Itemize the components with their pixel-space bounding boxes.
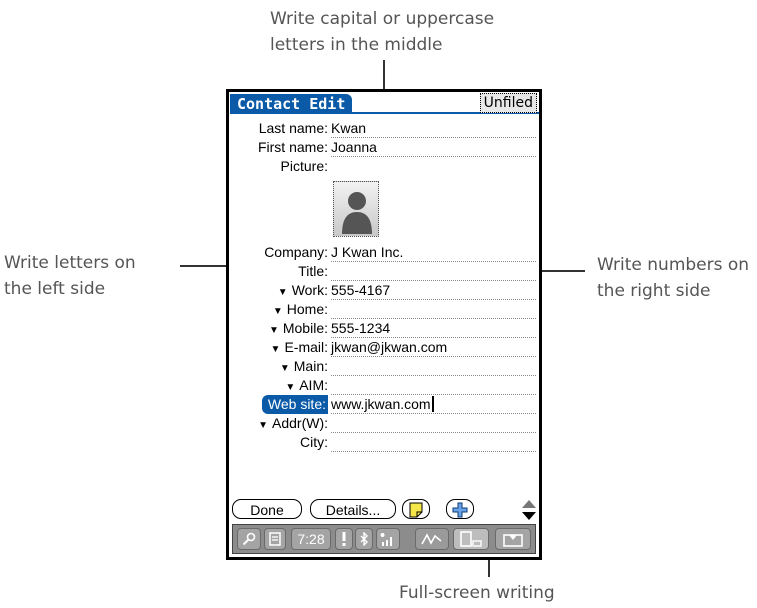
signal-icon [380, 533, 392, 546]
field-email[interactable]: ▼ E-mail: jkwan@jkwan.com [229, 338, 539, 357]
dropdown-triangle-icon: ▼ [272, 306, 283, 317]
field-label: Last name: [258, 120, 328, 136]
first-name-input[interactable]: Joanna [331, 138, 536, 157]
web-site-value: www.jkwan.com [331, 396, 431, 412]
field-label-dropdown[interactable]: ▼ Mobile: [269, 319, 328, 338]
callout-top: Write capital or uppercase letters in th… [270, 9, 495, 55]
main-input[interactable] [331, 357, 536, 376]
field-web-site[interactable]: Web site: www.jkwan.com [229, 395, 539, 414]
dropdown-triangle-icon: ▼ [277, 287, 288, 298]
web-site-input[interactable]: www.jkwan.com [331, 395, 536, 414]
command-buttons: Done Details... [232, 499, 538, 521]
field-company[interactable]: Company: J Kwan Inc. [229, 243, 539, 262]
field-last-name[interactable]: Last name: Kwan [229, 119, 539, 138]
status-bar: 7:28 [232, 524, 536, 554]
contact-picture[interactable] [333, 181, 379, 237]
field-first-name[interactable]: First name: Joanna [229, 138, 539, 157]
field-main[interactable]: ▼ Main: [229, 357, 539, 376]
dropdown-triangle-icon: ▼ [258, 420, 268, 431]
bluetooth-button[interactable] [355, 528, 373, 550]
person-icon [342, 192, 372, 234]
title-bar: Contact Edit Unfiled [229, 92, 539, 114]
callout-right: Write numbers on the right side [597, 255, 750, 301]
field-label-dropdown[interactable]: ▼ E-mail: [271, 338, 328, 357]
field-label: City: [300, 434, 328, 450]
callout-left: Write letters on the left side [4, 253, 136, 299]
aim-input[interactable] [331, 376, 536, 395]
input-area-icon [503, 534, 523, 547]
label-text: Work: [291, 282, 328, 298]
field-picture: Picture: [229, 157, 539, 176]
field-label-dropdown[interactable]: ▼ Addr(W): [258, 414, 328, 433]
field-home[interactable]: ▼ Home: [229, 300, 539, 319]
home-phone-input[interactable] [331, 300, 536, 319]
label-text: Mobile: [282, 320, 328, 336]
field-city[interactable]: City: [229, 433, 539, 452]
scroll-arrows[interactable] [521, 499, 537, 521]
menu-button[interactable] [264, 528, 286, 550]
field-label-selected: Web site: [261, 395, 328, 414]
contact-edit-screen: Contact Edit Unfiled Last name: Kwan Fir… [226, 89, 542, 560]
field-aim[interactable]: ▼ AIM: [229, 376, 539, 395]
graffiti-button[interactable] [415, 528, 449, 550]
scroll-up-down-icon [522, 500, 536, 520]
last-name-input[interactable]: Kwan [331, 119, 536, 138]
field-title[interactable]: Title: [229, 262, 539, 281]
note-icon [409, 502, 423, 518]
field-label-dropdown[interactable]: ▼ Work: [278, 281, 328, 300]
label-text: E-mail: [284, 339, 328, 355]
dropdown-triangle-icon: ▼ [268, 325, 279, 336]
dropdown-triangle-icon: ▼ [285, 382, 296, 393]
callout-bottom: Full-screen writing [399, 583, 555, 603]
add-button[interactable] [446, 499, 474, 519]
field-label: Title: [298, 263, 328, 279]
menu-icon [269, 532, 281, 546]
note-button[interactable] [402, 499, 430, 519]
field-work[interactable]: ▼ Work: 555-4167 [229, 281, 539, 300]
alert-icon [342, 532, 346, 546]
dropdown-triangle-icon: ▼ [270, 344, 281, 355]
find-button[interactable] [237, 528, 261, 550]
field-addr-work[interactable]: ▼ Addr(W): [229, 414, 539, 433]
label-text: Addr(W): [272, 415, 328, 431]
label-text: Main: [293, 358, 328, 374]
bluetooth-icon [360, 531, 368, 547]
email-input[interactable]: jkwan@jkwan.com [331, 338, 536, 357]
city-input[interactable] [331, 433, 536, 452]
work-phone-input[interactable]: 555-4167 [331, 281, 536, 300]
details-button[interactable]: Details... [310, 499, 396, 519]
graffiti-icon [421, 533, 442, 545]
signal-button[interactable] [376, 528, 400, 550]
field-label-dropdown[interactable]: ▼ AIM: [285, 376, 328, 395]
find-icon [242, 532, 256, 546]
title-input[interactable] [331, 262, 536, 281]
field-label: Company: [264, 244, 328, 260]
done-button[interactable]: Done [232, 499, 302, 519]
field-mobile[interactable]: ▼ Mobile: 555-1234 [229, 319, 539, 338]
company-input[interactable]: J Kwan Inc. [331, 243, 536, 262]
label-text: Home: [286, 301, 328, 317]
field-label-dropdown[interactable]: ▼ Home: [273, 300, 328, 319]
text-cursor [431, 396, 434, 412]
field-label: First name: [257, 139, 328, 155]
field-label-dropdown[interactable]: ▼ Main: [280, 357, 328, 376]
plus-icon [452, 502, 468, 518]
mobile-input[interactable]: 555-1234 [331, 319, 536, 338]
field-label: Picture: [280, 158, 328, 174]
form-title: Contact Edit [230, 94, 353, 114]
label-text: AIM: [299, 377, 328, 393]
full-screen-writing-button[interactable] [453, 528, 489, 550]
full-screen-writing-icon [460, 531, 482, 547]
category-selector[interactable]: Unfiled [479, 93, 537, 113]
alert-button[interactable] [335, 528, 353, 550]
input-area-button[interactable] [495, 528, 531, 550]
address-input[interactable] [331, 414, 536, 433]
clock[interactable]: 7:28 [291, 528, 331, 550]
dropdown-triangle-icon: ▼ [279, 363, 290, 374]
callout-top-line [383, 60, 385, 90]
